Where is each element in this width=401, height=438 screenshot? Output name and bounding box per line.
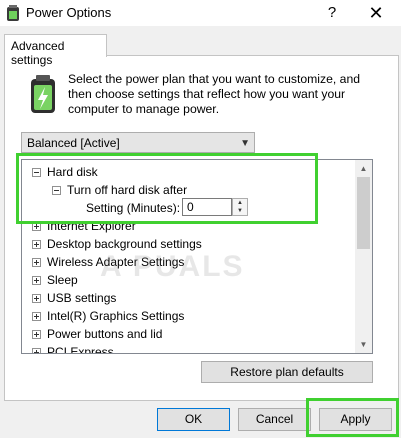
- expand-icon[interactable]: [32, 222, 41, 231]
- collapse-icon[interactable]: [32, 168, 41, 177]
- setting-minutes-input[interactable]: 0: [182, 198, 232, 216]
- cancel-button[interactable]: Cancel: [238, 408, 311, 431]
- tree-item-label: USB settings: [47, 291, 117, 305]
- expand-icon[interactable]: [32, 258, 41, 267]
- tree-item-label: Wireless Adapter Settings: [47, 255, 185, 269]
- collapse-icon[interactable]: [52, 186, 61, 195]
- spin-up-icon[interactable]: ▲: [233, 199, 247, 207]
- battery-plan-icon: [31, 75, 55, 113]
- scroll-thumb[interactable]: [357, 177, 370, 249]
- power-options-icon: [7, 5, 19, 21]
- expand-icon[interactable]: [32, 330, 41, 339]
- restore-plan-defaults-button[interactable]: Restore plan defaults: [201, 361, 373, 383]
- tab-advanced-settings[interactable]: Advanced settings: [4, 34, 107, 67]
- setting-label: Setting (Minutes):: [86, 201, 181, 215]
- window-title: Power Options: [26, 5, 112, 20]
- tree-item-label: Hard disk: [47, 165, 98, 179]
- title-bar: Power Options ? ✕: [0, 0, 401, 26]
- apply-button[interactable]: Apply: [319, 408, 392, 431]
- close-button[interactable]: ✕: [363, 1, 389, 25]
- expand-icon[interactable]: [32, 312, 41, 321]
- plan-select[interactable]: Balanced [Active] ▼: [21, 132, 255, 153]
- tree-item-label: Power buttons and lid: [47, 327, 163, 341]
- power-options-window: Power Options ? ✕ Advanced settings Sele…: [0, 0, 401, 438]
- tree-item-label: Sleep: [47, 273, 78, 287]
- tree-item-label: Turn off hard disk after: [67, 183, 188, 197]
- tree-item-label: Internet Explorer: [47, 219, 136, 233]
- tab-label: Advanced settings: [11, 39, 65, 67]
- expand-icon[interactable]: [32, 294, 41, 303]
- setting-minutes-value: 0: [187, 200, 194, 214]
- chevron-down-icon: ▼: [240, 138, 250, 149]
- expand-icon[interactable]: [32, 276, 41, 285]
- expand-icon[interactable]: [32, 240, 41, 249]
- tree-item-label: Desktop background settings: [47, 237, 202, 251]
- plan-description: Select the power plan that you want to c…: [68, 72, 360, 116]
- minutes-spinner[interactable]: ▲ ▼: [232, 198, 248, 216]
- help-button[interactable]: ?: [320, 1, 344, 25]
- plan-select-value: Balanced [Active]: [27, 136, 120, 150]
- tree-item-setting-minutes: Setting (Minutes): 0 ▲ ▼: [22, 198, 322, 218]
- expand-icon[interactable]: [32, 348, 41, 353]
- tree-item-label: Intel(R) Graphics Settings: [47, 309, 185, 323]
- spin-down-icon[interactable]: ▼: [233, 207, 247, 215]
- scroll-up-icon[interactable]: ▲: [355, 160, 372, 177]
- ok-button[interactable]: OK: [157, 408, 230, 431]
- tree-item-label: PCI Express: [47, 345, 114, 354]
- settings-tree[interactable]: Hard disk Turn off hard disk after Setti…: [21, 159, 373, 354]
- scroll-down-icon[interactable]: ▼: [355, 336, 372, 353]
- tree-scrollbar[interactable]: ▲ ▼: [355, 160, 372, 353]
